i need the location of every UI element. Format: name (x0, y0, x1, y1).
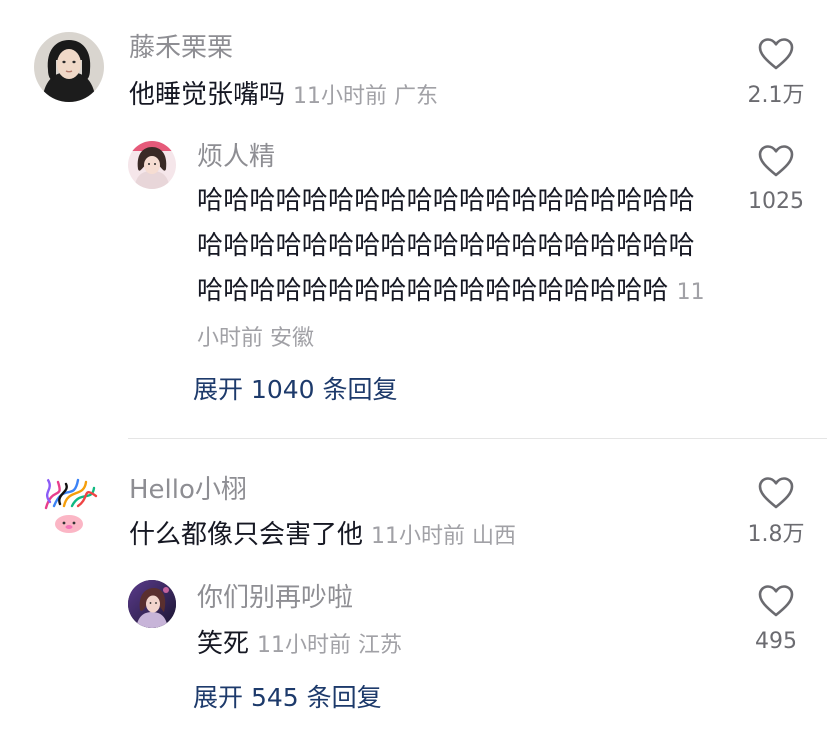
comment-body: 他睡觉张嘴吗 (129, 80, 286, 110)
heart-outline-icon[interactable] (757, 37, 795, 71)
avatar-image (128, 141, 176, 189)
avatar[interactable] (128, 141, 176, 189)
like-count: 1025 (748, 189, 804, 214)
avatar-image (34, 32, 104, 102)
heart-outline-icon[interactable] (757, 584, 795, 618)
like-count: 2.1万 (747, 83, 805, 108)
like-count: 1.8万 (747, 522, 805, 547)
reply-username[interactable]: 你们别再吵啦 (197, 585, 353, 611)
comment-text[interactable]: 什么都像只会害了他 11小时前 山西 (129, 522, 516, 548)
reply-text[interactable]: 哈哈哈哈哈哈哈哈哈哈哈哈哈哈哈哈哈哈哈哈哈哈哈哈哈哈哈哈哈哈哈哈哈哈哈哈哈哈哈哈… (197, 179, 717, 361)
comment-username[interactable]: Hello小栩 (129, 477, 247, 503)
avatar[interactable] (34, 32, 104, 102)
avatar-image (34, 472, 104, 542)
avatar-image (128, 580, 176, 628)
comment-text[interactable]: 他睡觉张嘴吗 11小时前 广东 (129, 82, 438, 108)
comment-meta: 11小时前 山西 (371, 524, 517, 549)
heart-outline-icon[interactable] (757, 476, 795, 510)
comment-meta: 11小时前 广东 (293, 84, 439, 109)
expand-replies-button[interactable]: 展开 545 条回复 (193, 685, 382, 710)
heart-outline-icon[interactable] (757, 144, 795, 178)
comment-username[interactable]: 藤禾栗栗 (129, 35, 233, 61)
avatar[interactable] (34, 472, 104, 542)
like-count: 495 (755, 629, 797, 654)
reply-meta: 11小时前 江苏 (257, 633, 403, 658)
comment-body: 什么都像只会害了他 (129, 520, 364, 550)
reply-body: 哈哈哈哈哈哈哈哈哈哈哈哈哈哈哈哈哈哈哈哈哈哈哈哈哈哈哈哈哈哈哈哈哈哈哈哈哈哈哈哈… (197, 186, 695, 306)
divider (128, 438, 827, 439)
expand-replies-button[interactable]: 展开 1040 条回复 (193, 377, 398, 402)
reply-body: 笑死 (197, 629, 250, 659)
reply-username[interactable]: 烦人精 (197, 144, 275, 170)
reply-text[interactable]: 笑死 11小时前 江苏 (197, 631, 402, 657)
avatar[interactable] (128, 580, 176, 628)
